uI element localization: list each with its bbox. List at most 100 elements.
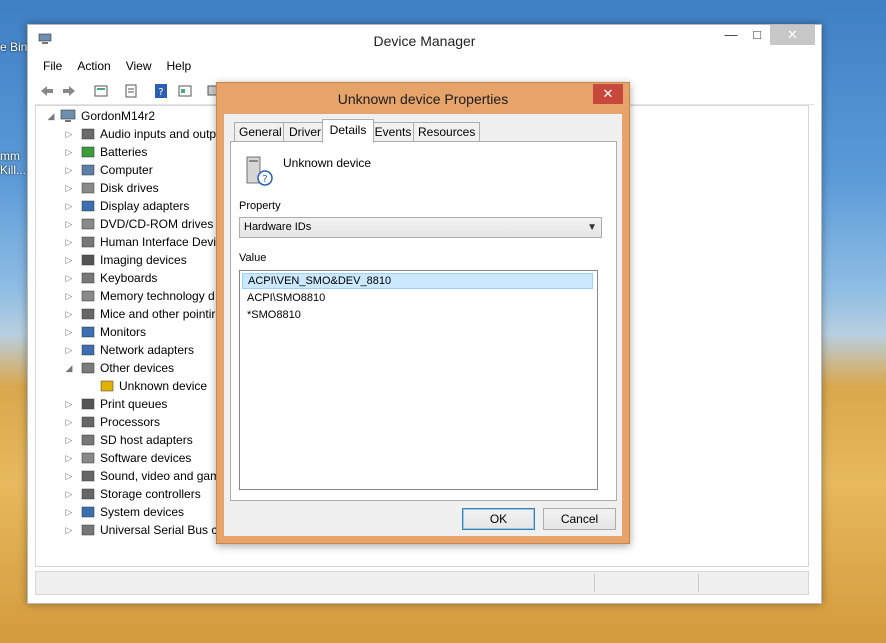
expand-arrow-icon[interactable]: ▷ — [64, 143, 74, 161]
expand-arrow-icon[interactable]: ▷ — [64, 413, 74, 431]
minimize-button[interactable]: — — [718, 25, 744, 45]
list-item[interactable]: *SMO8810 — [242, 307, 593, 323]
list-item[interactable]: ACPI\VEN_SMO&DEV_8810 — [242, 273, 593, 289]
svg-text:?: ? — [262, 174, 267, 185]
close-button[interactable]: ✕ — [770, 25, 815, 45]
tree-item-label: Sound, video and gam — [100, 469, 221, 483]
property-select[interactable]: Hardware IDs ▼ — [239, 217, 602, 238]
tree-item-label: Software devices — [100, 451, 192, 465]
value-listbox[interactable]: ACPI\VEN_SMO&DEV_8810 ACPI\SMO8810 *SMO8… — [239, 270, 598, 490]
list-item[interactable]: ACPI\SMO8810 — [242, 290, 593, 306]
expand-arrow-icon[interactable]: ▷ — [64, 233, 74, 251]
tree-item-label: Imaging devices — [100, 253, 187, 267]
tab-general[interactable]: General — [234, 122, 286, 142]
status-separator — [698, 574, 699, 592]
expand-arrow-icon[interactable]: ▷ — [64, 395, 74, 413]
software-icon — [81, 452, 95, 464]
status-separator — [594, 574, 595, 592]
expand-arrow-icon[interactable]: ▷ — [64, 521, 74, 539]
system-icon — [81, 506, 95, 518]
unknown-device-icon: ? — [246, 156, 273, 186]
tree-item-label: Memory technology d — [100, 289, 215, 303]
display-icon — [81, 200, 95, 212]
ok-button[interactable]: OK — [462, 508, 535, 530]
tree-item-label: DVD/CD-ROM drives — [100, 217, 214, 231]
computer-icon — [60, 109, 76, 122]
dvd-icon — [81, 218, 95, 230]
expand-arrow-icon[interactable]: ▷ — [64, 449, 74, 467]
expand-arrow-icon[interactable]: ▷ — [64, 323, 74, 341]
expand-arrow-icon[interactable]: ▷ — [64, 161, 74, 179]
desktop-recycle-bin-label[interactable]: e Bin — [0, 40, 27, 54]
expand-arrow-icon[interactable]: ▷ — [64, 287, 74, 305]
value-label: Value — [239, 252, 267, 264]
expand-arrow-icon[interactable]: ▷ — [64, 125, 74, 143]
tree-item-label: Storage controllers — [100, 487, 201, 501]
desktop-shortcut-label[interactable]: mm — [0, 149, 20, 163]
help-icon[interactable]: ? — [153, 83, 169, 99]
device-list-icon[interactable] — [93, 83, 109, 99]
expand-arrow-icon[interactable]: ▷ — [64, 215, 74, 233]
expand-arrow-icon[interactable]: ▷ — [64, 503, 74, 521]
tree-item-label: Batteries — [100, 145, 148, 159]
menu-help[interactable]: Help — [159, 56, 199, 76]
expand-arrow-icon[interactable]: ▷ — [64, 485, 74, 503]
tree-item-label: Disk drives — [100, 181, 159, 195]
dialog-close-button[interactable]: ✕ — [593, 84, 623, 104]
tree-item-label: SD host adapters — [100, 433, 193, 447]
details-panel: ? Unknown device Property Hardware IDs ▼… — [230, 141, 617, 501]
property-label: Property — [239, 200, 281, 212]
expand-arrow-icon[interactable]: ▷ — [64, 467, 74, 485]
tree-item-label: Monitors — [100, 325, 147, 339]
expand-arrow-icon[interactable]: ▷ — [64, 305, 74, 323]
tab-events[interactable]: Events — [369, 122, 417, 142]
expand-arrow-icon[interactable]: ▷ — [64, 431, 74, 449]
camera-icon — [81, 254, 95, 266]
tree-item-label: System devices — [100, 505, 185, 519]
tab-driver[interactable]: Driver — [283, 122, 327, 142]
view-icon[interactable] — [177, 83, 193, 99]
computer-icon — [81, 164, 95, 176]
properties-icon[interactable] — [123, 83, 139, 99]
menu-view[interactable]: View — [118, 56, 159, 76]
tree-item-label: Processors — [100, 415, 161, 429]
warning-icon — [100, 380, 114, 392]
menu-action[interactable]: Action — [69, 56, 117, 76]
desktop-shortcut-label[interactable]: Kill... — [0, 163, 26, 177]
memory-icon — [81, 290, 95, 302]
tab-resources[interactable]: Resources — [413, 122, 480, 142]
mouse-icon — [81, 308, 95, 320]
tree-item-label: Universal Serial Bus co — [100, 523, 225, 537]
collapse-arrow-icon[interactable]: ◢ — [46, 107, 56, 125]
tree-item-label: Print queues — [100, 397, 168, 411]
processor-icon — [81, 416, 95, 428]
tab-details[interactable]: Details — [322, 119, 374, 143]
collapse-arrow-icon[interactable]: ◢ — [64, 359, 74, 377]
tree-item-label: Computer — [100, 163, 153, 177]
tree-item-label: Audio inputs and outp — [100, 127, 217, 141]
expand-arrow-icon[interactable]: ▷ — [64, 197, 74, 215]
title-bar[interactable]: Device Manager — □ ✕ — [28, 25, 821, 55]
forward-arrow-icon[interactable] — [61, 83, 77, 99]
chevron-down-icon: ▼ — [587, 222, 597, 233]
back-arrow-icon[interactable] — [39, 83, 55, 99]
expand-arrow-icon[interactable]: ▷ — [64, 251, 74, 269]
disk-icon — [81, 182, 95, 194]
tree-item-label: Display adapters — [100, 199, 190, 213]
window-title: Device Manager — [373, 33, 476, 49]
menu-file[interactable]: File — [35, 56, 69, 76]
printer-icon — [81, 398, 95, 410]
property-select-value: Hardware IDs — [244, 221, 312, 233]
sd-card-icon — [81, 434, 95, 446]
maximize-button[interactable]: □ — [744, 25, 770, 45]
tree-root-label: GordonM14r2 — [81, 109, 156, 123]
tree-item-label: Mice and other pointir — [100, 307, 216, 321]
cancel-button[interactable]: Cancel — [543, 508, 616, 530]
properties-dialog: Unknown device Properties ✕ General Driv… — [216, 82, 630, 544]
keyboard-icon — [81, 272, 95, 284]
expand-arrow-icon[interactable]: ▷ — [64, 269, 74, 287]
expand-arrow-icon[interactable]: ▷ — [64, 341, 74, 359]
dialog-title: Unknown device Properties — [337, 91, 509, 107]
svg-text:?: ? — [158, 87, 163, 98]
expand-arrow-icon[interactable]: ▷ — [64, 179, 74, 197]
